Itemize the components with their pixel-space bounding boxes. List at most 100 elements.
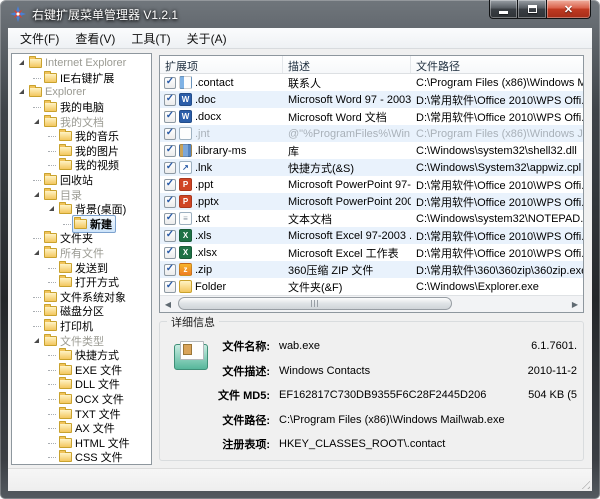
details-field-extra: 504 KB (5 <box>528 389 577 401</box>
tree-item-label: CSS 文件 <box>75 449 123 465</box>
row-checkbox[interactable] <box>164 281 176 293</box>
folder-icon <box>44 175 57 185</box>
details-field-extra: 6.1.7601. <box>531 340 577 352</box>
details-field-label: 文件 MD5: <box>160 387 270 403</box>
folder-icon <box>59 131 72 141</box>
list-row[interactable]: W.docMicrosoft Word 97 - 2003...D:\常用软件\… <box>160 91 583 108</box>
menu-item-file[interactable]: 文件(F) <box>12 28 67 49</box>
list-row[interactable]: .library-ms库C:\Windows\system32\shell32.… <box>160 142 583 159</box>
expand-arrow-icon[interactable] <box>32 117 42 127</box>
row-checkbox[interactable] <box>164 179 176 191</box>
row-checkbox[interactable] <box>164 196 176 208</box>
folder-icon <box>44 233 57 243</box>
extension-description: 文件夹(&F) <box>283 279 411 295</box>
extension-path: C:\Windows\system32\shell32.dll <box>411 145 583 157</box>
word-file-icon: W <box>179 110 192 123</box>
expand-arrow-icon[interactable] <box>32 336 42 346</box>
minimize-button[interactable] <box>489 0 518 19</box>
list-row[interactable]: Folder文件夹(&F)C:\Windows\Explorer.exe <box>160 278 583 295</box>
column-header-extension[interactable]: 扩展项 <box>160 56 283 73</box>
expand-arrow-icon[interactable] <box>32 248 42 258</box>
row-checkbox[interactable] <box>164 162 176 174</box>
details-field: 注册表项:HKEY_CLASSES_ROOT\.contact <box>160 432 577 457</box>
list-row[interactable]: ≡.txt文本文档C:\Windows\system32\NOTEPAD.EXE <box>160 210 583 227</box>
column-header-description[interactable]: 描述 <box>283 56 411 73</box>
row-checkbox[interactable] <box>164 230 176 242</box>
resize-grip-icon[interactable] <box>578 477 590 489</box>
list-header: 扩展项 描述 文件路径 <box>160 56 583 74</box>
close-button[interactable]: ✕ <box>546 0 591 19</box>
window-title: 右键扩展菜单管理器 V1.2.1 <box>32 6 178 23</box>
tree-item-label: IE右键扩展 <box>60 70 114 86</box>
tree-connector <box>47 277 57 287</box>
extension-description: @"%ProgramFiles%\Win... <box>283 128 411 140</box>
extension-description: Microsoft Excel 工作表 <box>283 245 411 261</box>
expand-arrow-icon[interactable] <box>32 190 42 200</box>
row-checkbox[interactable] <box>164 111 176 123</box>
row-checkbox[interactable] <box>164 128 176 140</box>
ppt-file-icon: P <box>179 195 192 208</box>
tree-item[interactable]: IE右键扩展 <box>12 71 151 86</box>
tree-connector <box>32 102 42 112</box>
folder-icon <box>59 277 72 287</box>
details-field: 文件 MD5: EF162817C730DB9355F6C28F2445D2065… <box>160 383 577 408</box>
ppt-file-icon: P <box>179 178 192 191</box>
list-row[interactable]: .contact联系人C:\Program Files (x86)\Window… <box>160 74 583 91</box>
list-row[interactable]: P.pptxMicrosoft PowerPoint 200...D:\常用软件… <box>160 193 583 210</box>
excel-file-icon: X <box>179 246 192 259</box>
folder-icon <box>59 350 72 360</box>
category-tree: Internet ExplorerIE右键扩展Explorer我的电脑我的文档我… <box>11 53 152 465</box>
horizontal-scrollbar[interactable]: ◀ ▶ <box>160 295 583 312</box>
tree-connector <box>32 73 42 83</box>
row-checkbox[interactable] <box>164 94 176 106</box>
menu-item-tools[interactable]: 工具(T) <box>123 28 178 49</box>
tree-item-label: Explorer <box>45 86 86 98</box>
extension-path: D:\常用软件\Office 2010\WPS Offi... <box>411 109 583 125</box>
scrollbar-thumb[interactable] <box>178 297 452 310</box>
expand-arrow-icon[interactable] <box>47 204 57 214</box>
folder-icon <box>59 423 72 433</box>
extension-name: .zip <box>195 264 212 276</box>
expand-arrow-icon[interactable] <box>17 87 27 97</box>
folder-icon <box>44 248 57 258</box>
menu-item-view[interactable]: 查看(V) <box>67 28 123 49</box>
column-header-path[interactable]: 文件路径 <box>411 56 583 73</box>
extension-description: Microsoft PowerPoint 97-... <box>283 179 411 191</box>
row-checkbox[interactable] <box>164 145 176 157</box>
list-row[interactable]: W.docxMicrosoft Word 文档D:\常用软件\Office 20… <box>160 108 583 125</box>
extension-name: .doc <box>195 94 216 106</box>
details-field-extra: 2010-11-2 <box>528 365 577 377</box>
folder-icon <box>29 58 42 68</box>
folder-icon <box>59 438 72 448</box>
details-field-value: EF162817C730DB9355F6C28F2445D206 <box>279 389 528 401</box>
scroll-right-icon[interactable]: ▶ <box>567 296 583 312</box>
folder-icon <box>59 394 72 404</box>
row-checkbox[interactable] <box>164 77 176 89</box>
scroll-left-icon[interactable]: ◀ <box>160 296 176 312</box>
close-icon: ✕ <box>564 3 573 16</box>
tree-connector <box>47 131 57 141</box>
row-checkbox[interactable] <box>164 264 176 276</box>
status-bar <box>8 468 592 491</box>
expand-arrow-icon[interactable] <box>17 58 27 68</box>
list-row[interactable]: P.pptMicrosoft PowerPoint 97-...D:\常用软件\… <box>160 176 583 193</box>
list-row[interactable]: ↗.lnk快捷方式(&S)C:\Windows\System32\appwiz.… <box>160 159 583 176</box>
list-row[interactable]: X.xlsxMicrosoft Excel 工作表D:\常用软件\Office … <box>160 244 583 261</box>
maximize-icon <box>528 5 537 13</box>
extension-name: .docx <box>195 111 221 123</box>
list-row[interactable]: .jnt@"%ProgramFiles%\Win...C:\Program Fi… <box>160 125 583 142</box>
folder-icon <box>59 452 72 462</box>
row-checkbox[interactable] <box>164 213 176 225</box>
list-row[interactable]: z.zip360压缩 ZIP 文件D:\常用软件\360\360zip\360z… <box>160 261 583 278</box>
tree-connector <box>32 321 42 331</box>
row-checkbox[interactable] <box>164 247 176 259</box>
extension-name: .contact <box>195 77 234 89</box>
extension-path: C:\Windows\system32\NOTEPAD.EXE <box>411 213 583 225</box>
list-row[interactable]: X.xlsMicrosoft Excel 97-2003 ...D:\常用软件\… <box>160 227 583 244</box>
maximize-button[interactable] <box>518 0 546 19</box>
extension-path: C:\Windows\Explorer.exe <box>411 281 583 293</box>
scrollbar-track[interactable] <box>176 296 567 312</box>
list-rows: .contact联系人C:\Program Files (x86)\Window… <box>160 74 583 295</box>
tree-item[interactable]: CSS 文件 <box>12 450 151 465</box>
menu-item-about[interactable]: 关于(A) <box>179 28 235 49</box>
